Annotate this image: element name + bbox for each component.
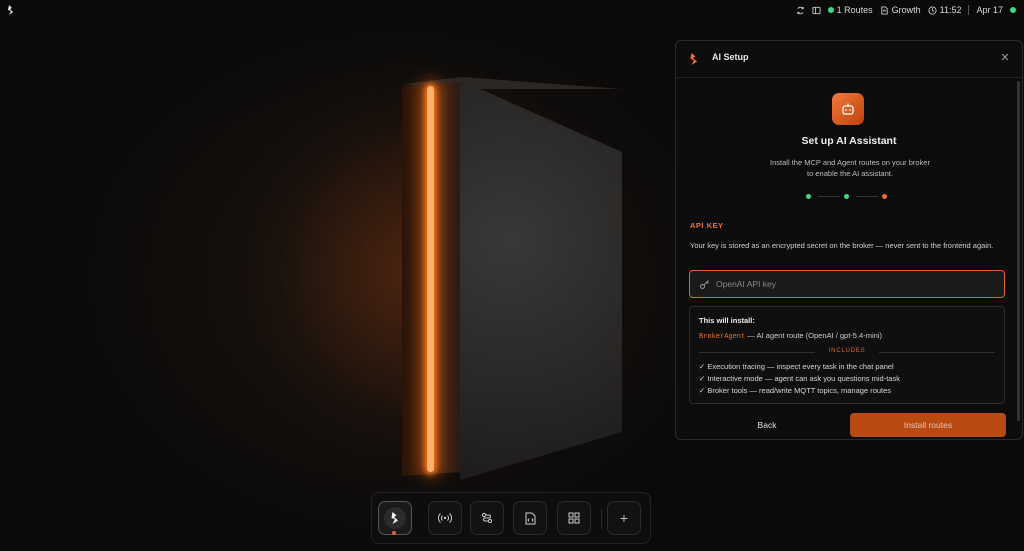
time-display: 11:52 bbox=[939, 5, 962, 15]
panel-header: AI Setup ✕ bbox=[676, 41, 1022, 78]
top-bar: 1 Routes Growth 11:52 Apr 17 bbox=[0, 0, 1024, 20]
setup-subtitle: Install the MCP and Agent routes on your… bbox=[736, 157, 964, 179]
api-key-field[interactable] bbox=[689, 270, 1005, 298]
install-summary: This will install: BrokerAgent — AI agen… bbox=[689, 306, 1005, 404]
api-key-description: Your key is stored as an encrypted secre… bbox=[690, 241, 994, 250]
routes-icon bbox=[481, 512, 493, 524]
workspace-name: Growth bbox=[891, 5, 921, 15]
subtitle-line-1: Install the MCP and Agent routes on your… bbox=[770, 158, 930, 167]
step-1-dot bbox=[806, 194, 811, 199]
dock-item-home[interactable] bbox=[378, 501, 412, 535]
brand-logo-icon bbox=[690, 53, 697, 65]
dock-item-dashboard[interactable] bbox=[557, 501, 591, 535]
workspace-selector[interactable]: Growth bbox=[880, 5, 921, 15]
plus-icon: + bbox=[619, 510, 629, 526]
sidebar-toggle-icon[interactable] bbox=[812, 6, 821, 15]
step-indicator bbox=[806, 193, 890, 201]
panel-scrollbar[interactable] bbox=[1017, 81, 1020, 421]
install-summary-title: This will install: bbox=[699, 316, 755, 325]
api-key-input[interactable] bbox=[716, 271, 996, 297]
app-logo-icon[interactable] bbox=[8, 5, 14, 15]
sync-icon[interactable] bbox=[796, 6, 805, 15]
step-connector bbox=[818, 196, 840, 197]
dock-item-code[interactable] bbox=[513, 501, 547, 535]
close-icon: ✕ bbox=[1000, 52, 1010, 64]
grid-icon bbox=[568, 512, 580, 524]
ai-setup-panel: AI Setup ✕ Set up AI Assistant Install t… bbox=[675, 40, 1023, 440]
agent-route-line: BrokerAgent — AI agent route (OpenAI / g… bbox=[699, 331, 882, 341]
connection-status-dot-icon bbox=[1010, 7, 1016, 13]
robot-icon bbox=[842, 103, 854, 115]
step-2-dot bbox=[844, 194, 849, 199]
key-icon bbox=[700, 280, 709, 289]
includes-label: INCLUDES bbox=[828, 348, 866, 354]
divider-line bbox=[879, 352, 995, 353]
clock-icon bbox=[928, 5, 937, 15]
agent-name: BrokerAgent bbox=[699, 333, 746, 341]
dock-item-routes[interactable] bbox=[470, 501, 504, 535]
feature-item: ✓ Interactive mode — agent can ask you q… bbox=[699, 374, 900, 383]
feature-item: ✓ Broker tools — read/write MQTT topics,… bbox=[699, 386, 892, 395]
dock-home-circle bbox=[384, 507, 406, 529]
date-display: Apr 17 bbox=[976, 5, 1003, 15]
step-connector bbox=[856, 196, 878, 197]
includes-divider: INCLUDES bbox=[699, 348, 995, 358]
top-bar-status: 1 Routes Growth 11:52 Apr 17 bbox=[796, 0, 1016, 20]
panel-title: AI Setup bbox=[712, 52, 749, 62]
back-button[interactable]: Back bbox=[690, 413, 844, 437]
step-3-dot bbox=[882, 194, 887, 199]
api-key-label: API KEY bbox=[690, 221, 724, 230]
subtitle-line-2: to enable the AI assistant. bbox=[807, 169, 893, 178]
agent-description: — AI agent route (OpenAI / gpt-5.4-mini) bbox=[745, 331, 882, 340]
monolith-glow-strip bbox=[427, 86, 434, 472]
logo-icon bbox=[391, 512, 398, 524]
feature-item: ✓ Execution tracing — inspect every task… bbox=[699, 362, 894, 371]
routes-status[interactable]: 1 Routes bbox=[827, 5, 873, 15]
divider bbox=[968, 5, 970, 15]
dock-item-broadcast[interactable] bbox=[428, 501, 462, 535]
bottom-dock: + bbox=[371, 492, 651, 544]
broadcast-icon bbox=[438, 513, 452, 523]
dock-item-add[interactable]: + bbox=[607, 501, 641, 535]
status-dot-icon bbox=[827, 7, 834, 13]
close-button[interactable]: ✕ bbox=[998, 51, 1012, 65]
dock-divider bbox=[601, 509, 602, 529]
setup-heading: Set up AI Assistant bbox=[801, 135, 897, 147]
code-file-icon bbox=[525, 512, 535, 524]
assistant-badge bbox=[832, 93, 864, 125]
install-routes-button[interactable]: Install routes bbox=[850, 413, 1006, 437]
routes-count: 1 Routes bbox=[836, 5, 873, 15]
clock: 11:52 bbox=[928, 5, 962, 15]
active-indicator-dot bbox=[392, 531, 396, 535]
document-icon bbox=[880, 5, 888, 15]
